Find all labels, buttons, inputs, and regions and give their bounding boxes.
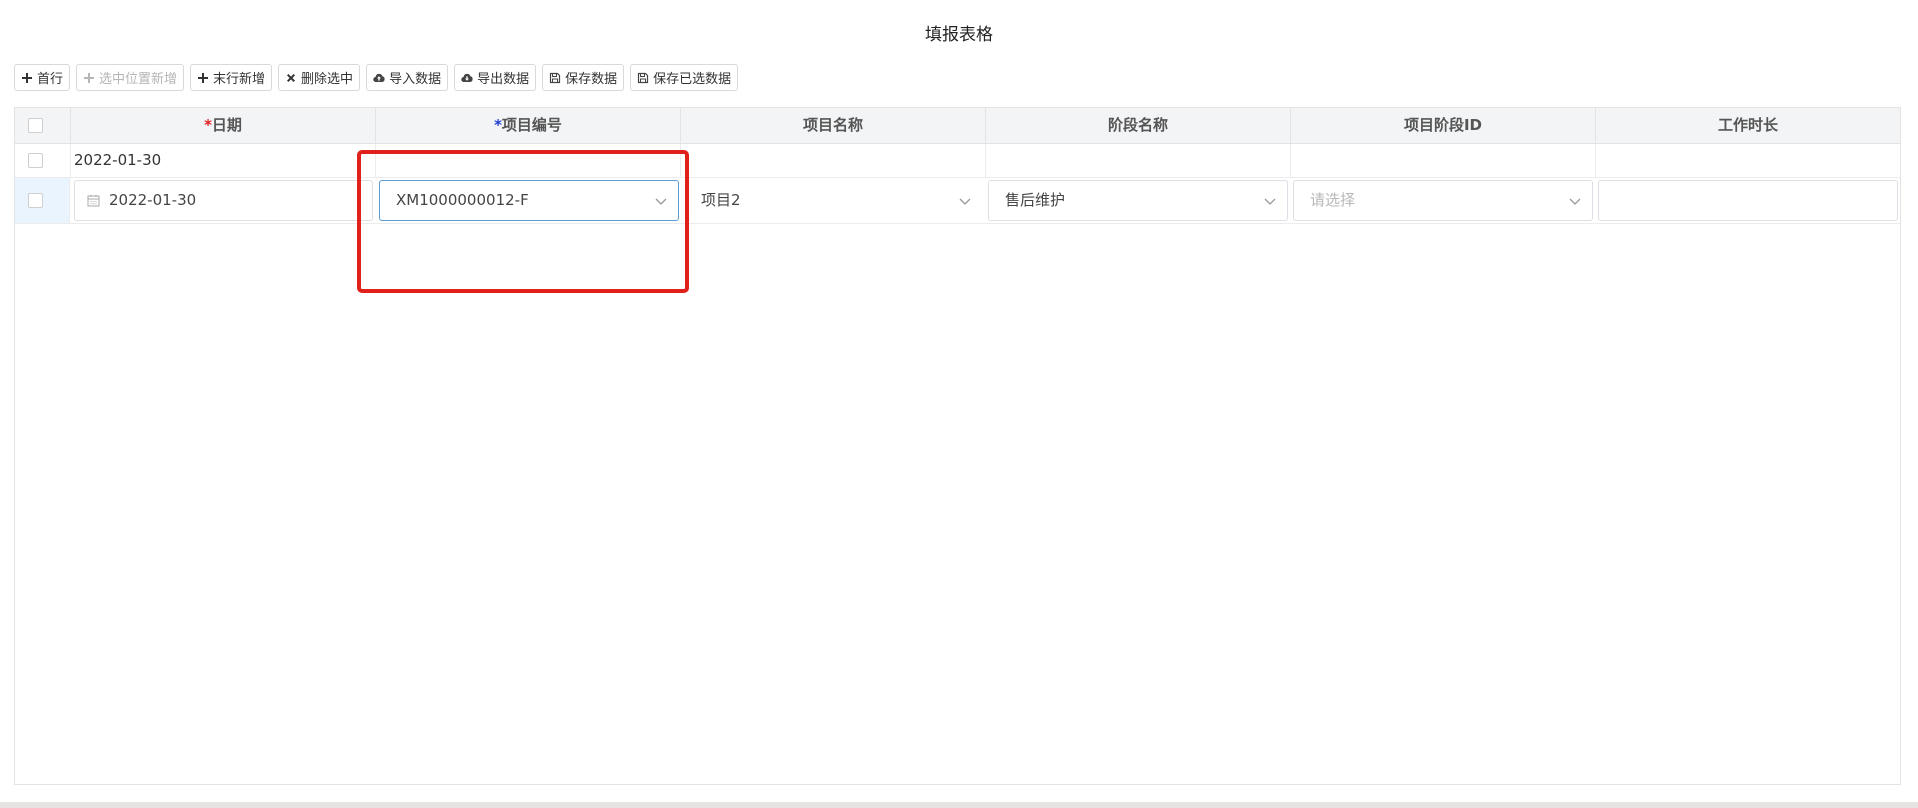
chevron-down-icon xyxy=(1569,198,1581,205)
calendar-icon xyxy=(87,195,100,207)
append-row-button[interactable]: 末行新增 xyxy=(190,64,273,91)
required-mark: * xyxy=(494,116,502,134)
project-code-value: XM1000000012-F xyxy=(396,191,529,209)
page-title: 填报表格 xyxy=(925,25,993,45)
save-selected-label: 保存已选数据 xyxy=(653,72,732,87)
toolbar: 首行 选中位置新增 末行新增 删除选中 导入数据 导出数据 保存数据 保存已选数… xyxy=(14,64,739,91)
cloud-upload-icon xyxy=(373,72,385,84)
row-select-cell xyxy=(15,144,71,177)
chevron-down-icon xyxy=(959,198,971,205)
export-data-button[interactable]: 导出数据 xyxy=(454,64,537,91)
stage-name-select[interactable]: 售后维护 xyxy=(988,180,1288,221)
header-work-hours-label: 工作时长 xyxy=(1717,116,1778,134)
plus-icon xyxy=(21,72,33,84)
project-name-select[interactable]: 项目2 xyxy=(684,180,983,221)
save-selected-button[interactable]: 保存已选数据 xyxy=(630,64,739,91)
stage-id-cell[interactable] xyxy=(1291,144,1596,177)
date-cell[interactable]: 2022-01-30 xyxy=(71,144,376,177)
plus-icon xyxy=(83,72,95,84)
header-project-code[interactable]: *项目编号 xyxy=(376,108,681,143)
save-data-button[interactable]: 保存数据 xyxy=(542,64,625,91)
first-row-label: 首行 xyxy=(37,72,64,87)
insert-at-selection-label: 选中位置新增 xyxy=(99,72,178,87)
header-date[interactable]: *日期 xyxy=(71,108,376,143)
header-project-name[interactable]: 项目名称 xyxy=(681,108,986,143)
project-name-cell[interactable] xyxy=(681,144,986,177)
stage-name-value: 售后维护 xyxy=(1005,191,1066,209)
close-icon xyxy=(285,72,297,84)
stage-name-cell[interactable] xyxy=(986,144,1291,177)
chevron-down-icon xyxy=(655,198,667,205)
header-stage-id[interactable]: 项目阶段ID xyxy=(1291,108,1596,143)
header-project-code-label: 项目编号 xyxy=(501,116,562,134)
work-hours-cell[interactable] xyxy=(1596,144,1900,177)
project-code-cell[interactable] xyxy=(376,144,681,177)
stage-id-placeholder: 请选择 xyxy=(1310,191,1356,209)
first-row-button[interactable]: 首行 xyxy=(14,64,71,91)
plus-icon xyxy=(197,72,209,84)
insert-at-selection-button[interactable]: 选中位置新增 xyxy=(76,64,185,91)
select-all-checkbox[interactable] xyxy=(28,118,43,133)
cloud-download-icon xyxy=(461,72,473,84)
import-data-button[interactable]: 导入数据 xyxy=(366,64,449,91)
save-icon xyxy=(637,72,649,84)
header-date-label: 日期 xyxy=(211,116,242,134)
stage-id-select[interactable]: 请选择 xyxy=(1293,180,1593,221)
project-code-select[interactable]: XM1000000012-F xyxy=(379,180,679,221)
header-project-name-label: 项目名称 xyxy=(802,116,863,134)
header-stage-id-label: 项目阶段ID xyxy=(1403,116,1483,134)
required-mark: * xyxy=(204,116,212,134)
date-value: 2022-01-30 xyxy=(109,191,197,209)
table-row[interactable]: 2022-01-30 xyxy=(15,144,1900,178)
header-stage-name-label: 阶段名称 xyxy=(1107,116,1168,134)
chevron-down-icon xyxy=(1264,198,1276,205)
header-stage-name[interactable]: 阶段名称 xyxy=(986,108,1291,143)
save-data-label: 保存数据 xyxy=(565,72,618,87)
grid-header: *日期 *项目编号 项目名称 阶段名称 项目阶段ID 工作时长 xyxy=(15,108,1900,144)
row-checkbox[interactable] xyxy=(28,153,43,168)
export-data-label: 导出数据 xyxy=(477,72,530,87)
delete-selected-label: 删除选中 xyxy=(301,72,354,87)
import-data-label: 导入数据 xyxy=(389,72,442,87)
row-select-cell xyxy=(15,178,70,223)
date-picker-input[interactable]: 2022-01-30 xyxy=(74,180,373,221)
row-checkbox[interactable] xyxy=(28,193,43,208)
save-icon xyxy=(549,72,561,84)
data-grid: *日期 *项目编号 项目名称 阶段名称 项目阶段ID 工作时长 2022-01-… xyxy=(14,107,1901,785)
bottom-scroll-strip xyxy=(0,802,1918,808)
header-work-hours[interactable]: 工作时长 xyxy=(1596,108,1900,143)
append-row-label: 末行新增 xyxy=(213,72,266,87)
project-name-value: 项目2 xyxy=(701,191,741,209)
header-select-cell xyxy=(15,108,71,143)
edit-row[interactable]: 2022-01-30 XM1000000012-F 项目2 售后维护 请选择 xyxy=(15,178,1900,224)
work-hours-input[interactable] xyxy=(1598,180,1898,221)
delete-selected-button[interactable]: 删除选中 xyxy=(278,64,361,91)
